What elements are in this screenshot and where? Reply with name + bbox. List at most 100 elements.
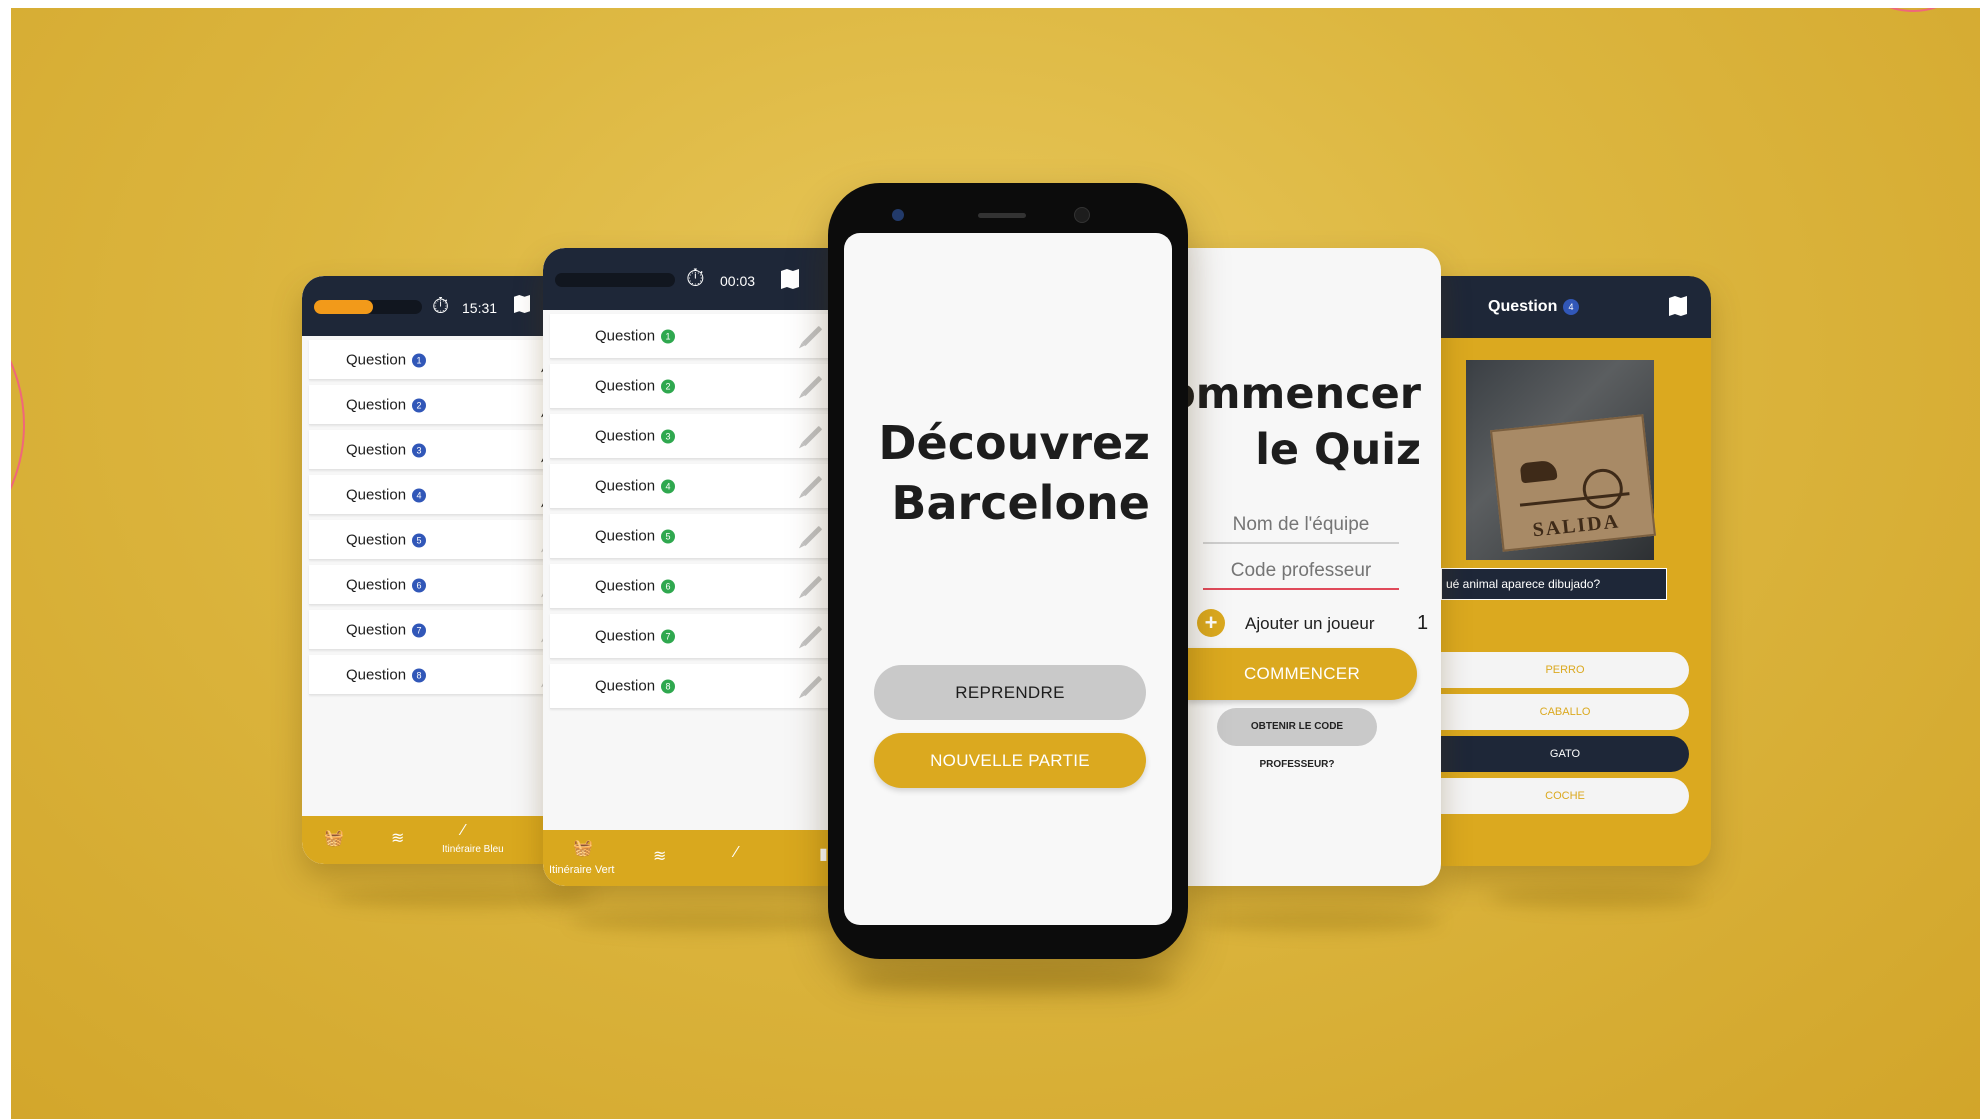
answer-option[interactable]: PERRO <box>1441 652 1689 688</box>
question-number-badge: 3 <box>412 443 427 457</box>
question-number-badge: 7 <box>661 629 676 644</box>
question-row[interactable]: Question 6 <box>550 564 843 609</box>
question-label: Question 4 <box>595 478 676 495</box>
add-player-button[interactable]: + <box>1197 609 1225 637</box>
start-button[interactable]: COMMENCER <box>1187 648 1417 700</box>
nav-caption: Itinéraire Bleu <box>442 844 504 855</box>
resume-button[interactable]: REPRENDRE <box>874 665 1146 720</box>
question-number-badge: 4 <box>1563 299 1579 315</box>
question-row[interactable]: Question 1 <box>550 314 843 359</box>
phone-shadow <box>847 968 1177 994</box>
add-player-label: Ajouter un joueur <box>1245 614 1375 633</box>
phone-screen: Découvrez Barcelone REPRENDRE NOUVELLE P… <box>844 233 1172 925</box>
top-bar: Question 4 <box>1441 276 1711 338</box>
quiz-title-line1: Commencer <box>1183 369 1421 419</box>
decorative-arc-top-right <box>1841 8 1980 12</box>
question-number-badge: 8 <box>412 668 427 682</box>
question-number-badge: 4 <box>661 479 676 494</box>
progress-bar <box>314 300 422 314</box>
map-icon[interactable] <box>1669 296 1687 316</box>
team-name-input[interactable] <box>1203 508 1399 544</box>
question-number-badge: 1 <box>412 353 427 367</box>
pencil-icon[interactable] <box>801 425 823 447</box>
pencil-icon[interactable] <box>801 575 823 597</box>
question-row[interactable]: Question 3 <box>550 414 843 459</box>
answer-option[interactable]: CABALLO <box>1441 694 1689 730</box>
pencil-icon[interactable] <box>801 375 823 397</box>
screen-shadow <box>571 910 851 932</box>
get-teacher-code-button[interactable]: OBTENIR LE CODE PROFESSEUR? <box>1217 708 1377 770</box>
quiz-title: Commencer le Quiz <box>1183 366 1421 478</box>
waves-icon[interactable]: ≋ <box>653 846 666 866</box>
question-number-badge: 6 <box>412 578 427 592</box>
stopwatch-icon: ⏱ <box>686 265 705 292</box>
basket-icon[interactable]: 🧺 <box>573 838 593 858</box>
map-icon[interactable] <box>514 295 530 313</box>
question-label: Question 1 <box>346 351 427 368</box>
question-text: ué animal aparece dibujado? <box>1446 577 1601 591</box>
horse-cart-drawing <box>1514 438 1630 511</box>
screen-itinerary-green: ⏱ 00:03 Question 1 Question 2 Question 3 Quest… <box>543 248 843 886</box>
phone-speaker <box>978 213 1026 218</box>
phone-frame: Découvrez Barcelone REPRENDRE NOUVELLE P… <box>828 183 1188 959</box>
question-row[interactable]: Question 5 <box>550 514 843 559</box>
question-number-badge: 5 <box>661 529 676 544</box>
decorative-arc-left <box>11 268 25 582</box>
bottom-nav: 🧺 Itinéraire Vert ≋ ⁄ ▮ <box>543 830 843 886</box>
question-number-badge: 4 <box>412 488 427 502</box>
progress-fill <box>314 300 374 314</box>
welcome-title: Découvrez Barcelone <box>878 413 1150 533</box>
new-game-button[interactable]: NOUVELLE PARTIE <box>874 733 1146 788</box>
quiz-title-line2: le Quiz <box>1255 425 1421 475</box>
teacher-code-input[interactable] <box>1203 554 1399 590</box>
question-number-badge: 2 <box>412 398 427 412</box>
screen-shadow <box>1201 910 1441 932</box>
brush-icon[interactable]: ⁄ <box>735 844 738 862</box>
question-label: Question 1 <box>595 328 676 345</box>
progress-bar <box>555 273 675 287</box>
question-number-badge: 7 <box>412 623 427 637</box>
pencil-icon[interactable] <box>801 325 823 347</box>
pencil-icon[interactable] <box>801 625 823 647</box>
pencil-icon[interactable] <box>801 525 823 547</box>
question-row[interactable]: Question 2 <box>550 364 843 409</box>
basket-icon[interactable]: 🧺 <box>324 828 344 848</box>
tower-icon[interactable]: ▮ <box>819 844 828 864</box>
screen-shadow <box>331 886 591 908</box>
question-row[interactable]: Question 4 <box>550 464 843 509</box>
question-number-badge: 3 <box>661 429 676 444</box>
question-label: Question 8 <box>595 678 676 695</box>
cart-wheel <box>1580 466 1625 511</box>
pencil-icon[interactable] <box>801 675 823 697</box>
question-text-box: ué animal aparece dibujado? <box>1441 568 1667 600</box>
question-label: Question 7 <box>595 628 676 645</box>
pencil-icon[interactable] <box>801 475 823 497</box>
background: ⏱ 15:31 Question 1 Question 2 Question 3 Quest… <box>11 8 1980 1119</box>
answer-option[interactable]: COCHE <box>1441 778 1689 814</box>
question-label: Question 5 <box>346 531 427 548</box>
question-label: Question 8 <box>346 666 427 683</box>
question-label: Question 3 <box>346 441 427 458</box>
question-header-label: Question <box>1488 298 1558 315</box>
brush-icon[interactable]: ⁄ <box>462 822 465 840</box>
timer-text: 00:03 <box>720 273 756 289</box>
welcome-title-line2: Barcelone <box>891 476 1150 530</box>
waves-icon[interactable]: ≋ <box>391 828 404 848</box>
map-icon[interactable] <box>781 269 799 289</box>
top-bar: ⏱ 00:03 <box>543 248 843 310</box>
question-label: Question 2 <box>595 378 676 395</box>
question-number-badge: 1 <box>661 329 676 344</box>
question-photo: SALIDA <box>1466 360 1656 560</box>
question-row[interactable]: Question 8 <box>550 664 843 709</box>
question-row[interactable]: Question 7 <box>550 614 843 659</box>
question-number-badge: 2 <box>661 379 676 394</box>
answer-option[interactable]: GATO <box>1441 736 1689 772</box>
question-number-badge: 8 <box>661 679 676 694</box>
question-number-badge: 5 <box>412 533 427 547</box>
screen-shadow <box>1491 886 1701 908</box>
question-label: Question 3 <box>595 428 676 445</box>
sign-text: SALIDA <box>1531 510 1621 542</box>
answer-list: PERRO CABALLO GATO COCHE <box>1441 652 1711 832</box>
question-label: Question 6 <box>346 576 427 593</box>
phone-camera <box>892 209 904 221</box>
